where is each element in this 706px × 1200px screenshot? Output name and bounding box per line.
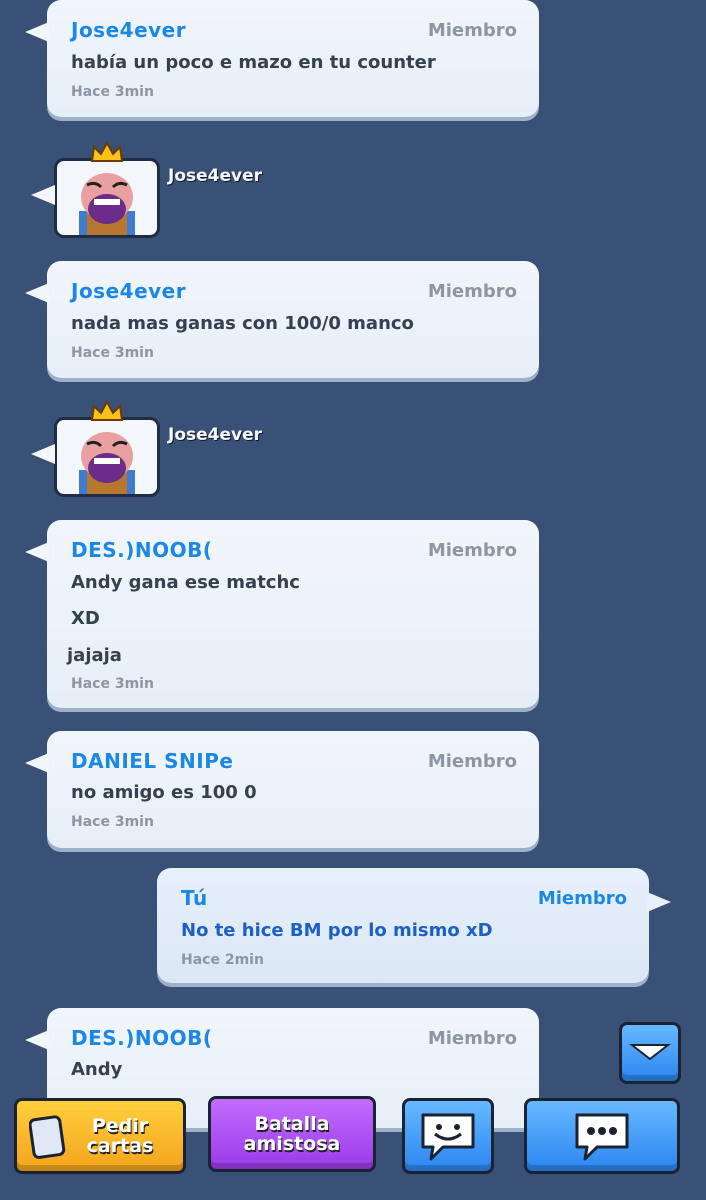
message-text: había un poco e mazo en tu counter [71, 52, 436, 73]
message-text: XD [71, 608, 100, 629]
message-time: Hace 3min [71, 345, 154, 361]
chevron-down-icon [629, 1044, 671, 1061]
chat-message: DANIEL SNIPe Miembro no amigo es 100 0 H… [25, 731, 539, 848]
message-sender[interactable]: DANIEL SNIPe [71, 749, 233, 773]
emote-button[interactable] [402, 1098, 494, 1174]
message-time: Hace 2min [181, 952, 264, 968]
member-role: Miembro [537, 888, 627, 909]
message-text: jajaja [67, 645, 122, 666]
chat-bubble-icon [575, 1113, 629, 1161]
message-text: No te hice BM por lo mismo xD [181, 920, 493, 941]
emote-message: Jose4ever [31, 400, 262, 507]
message-time: Hace 3min [71, 676, 154, 692]
member-role: Miembro [427, 1028, 517, 1049]
emote-message: Jose4ever [31, 141, 262, 248]
emote-card [31, 141, 160, 238]
message-text: nada mas ganas con 100/0 manco [71, 313, 414, 334]
message-sender[interactable]: DES.)NOOB( [71, 1026, 213, 1050]
laughing-king-icon [79, 432, 135, 494]
chat-message: Jose4ever Miembro había un poco e mazo e… [25, 0, 539, 117]
emote-player-name[interactable]: Jose4ever [168, 425, 262, 445]
message-text: Andy [71, 1059, 123, 1080]
message-sender[interactable]: Jose4ever [71, 18, 186, 42]
chat-button[interactable] [524, 1098, 680, 1174]
member-role: Miembro [427, 281, 517, 302]
member-role: Miembro [427, 751, 517, 772]
message-sender[interactable]: Tú [181, 886, 208, 910]
message-text: no amigo es 100 0 [71, 782, 257, 803]
chat-message: Jose4ever Miembro nada mas ganas con 100… [25, 261, 539, 378]
friendly-battle-label: Batalla amistosa [243, 1113, 341, 1155]
laughing-king-icon [79, 173, 135, 235]
member-role: Miembro [427, 20, 517, 41]
friendly-battle-button[interactable]: Batalla amistosa [208, 1096, 376, 1172]
crown-icon [90, 141, 124, 162]
message-sender[interactable]: Jose4ever [71, 279, 186, 303]
bottom-toolbar: Pedir cartas Batalla amistosa [0, 1082, 706, 1200]
card-icon [29, 1115, 66, 1159]
emote-player-name[interactable]: Jose4ever [168, 166, 262, 186]
smile-bubble-icon [421, 1113, 475, 1161]
own-chat-message: Tú Miembro No te hice BM por lo mismo xD… [157, 868, 671, 983]
chat-message: DES.)NOOB( Miembro Andy gana ese matchc … [25, 520, 539, 708]
crown-icon [90, 400, 124, 421]
emote-card [31, 400, 160, 497]
message-text: Andy gana ese matchc [71, 572, 300, 593]
request-cards-button[interactable]: Pedir cartas [14, 1098, 186, 1174]
message-sender[interactable]: DES.)NOOB( [71, 538, 213, 562]
member-role: Miembro [427, 540, 517, 561]
message-time: Hace 3min [71, 84, 154, 100]
scroll-down-button[interactable] [619, 1022, 681, 1084]
message-time: Hace 3min [71, 814, 154, 830]
request-cards-label: Pedir cartas [86, 1115, 154, 1157]
